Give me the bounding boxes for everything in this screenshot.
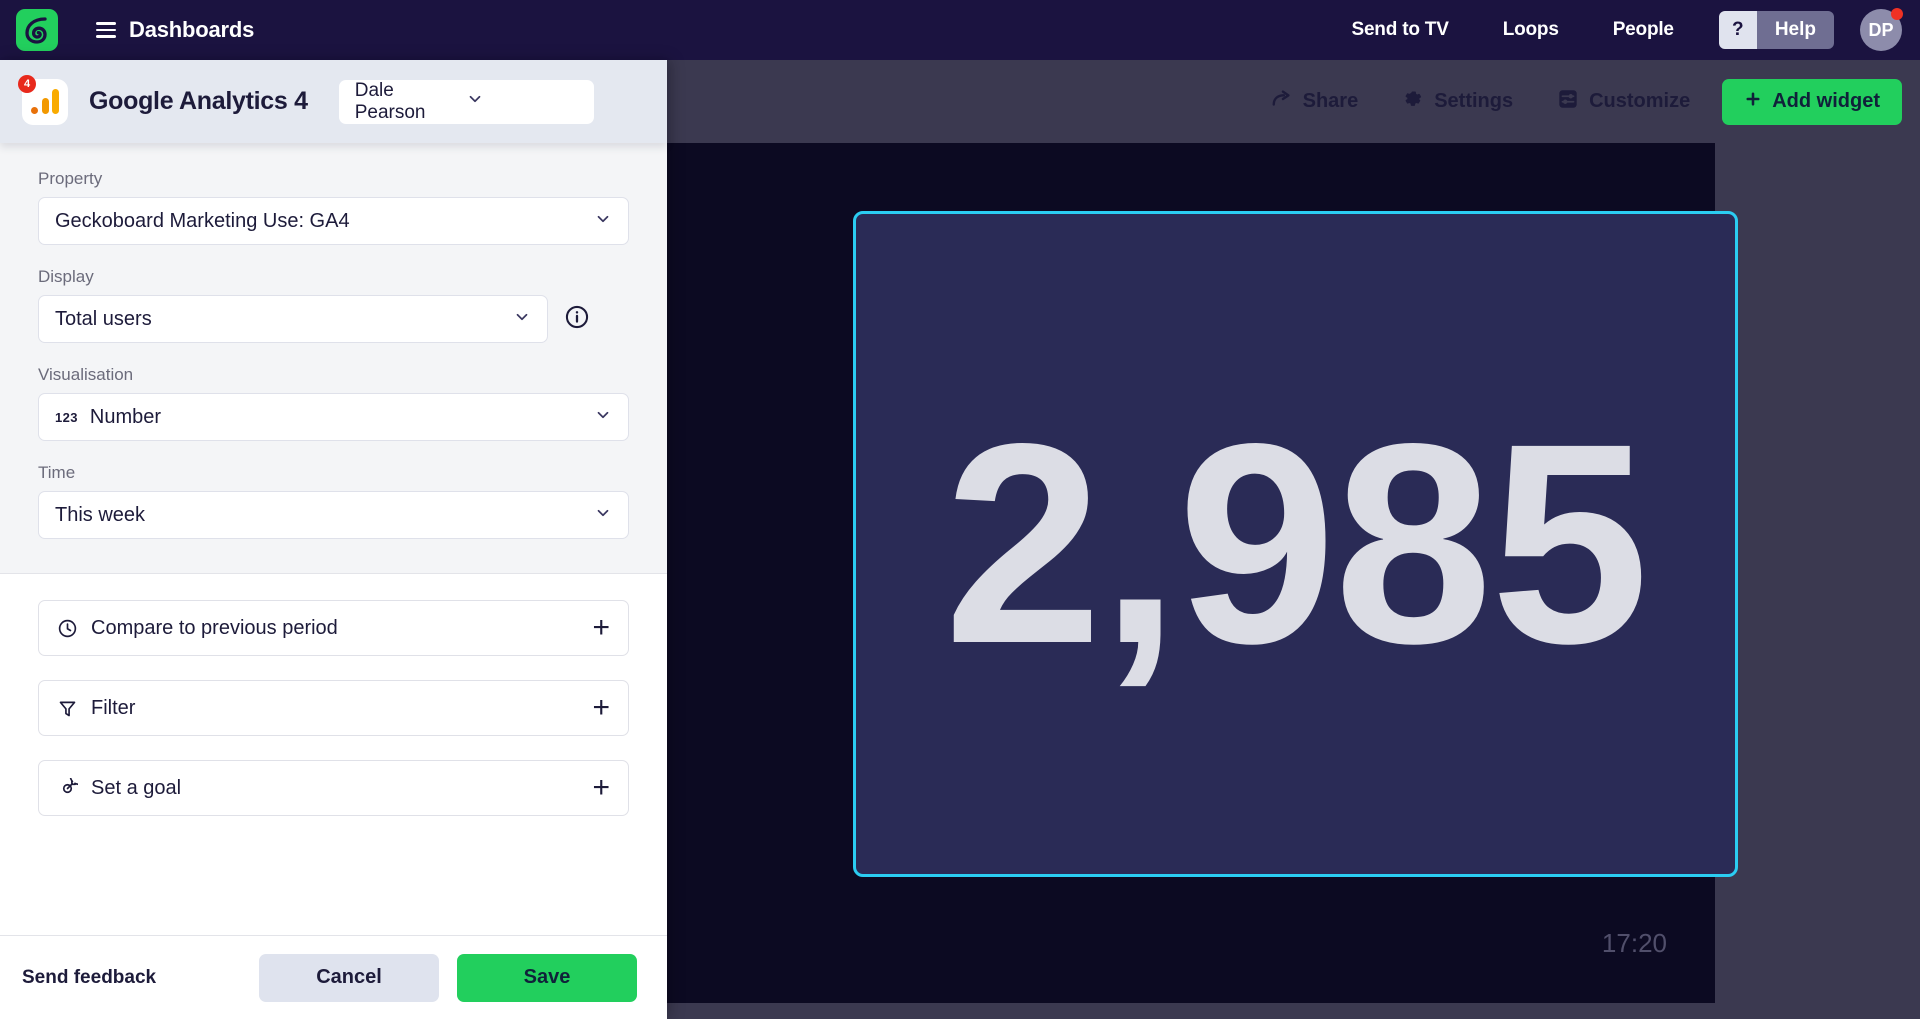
panel-header: 4 Google Analytics 4 Dale Pearson	[0, 60, 667, 143]
option-label: Filter	[91, 696, 136, 719]
property-select-value: Geckoboard Marketing Use: GA4	[55, 209, 350, 232]
field-display: Display Total users	[38, 267, 629, 343]
field-time-label: Time	[38, 463, 76, 482]
add-widget-button[interactable]: Add widget	[1722, 78, 1902, 125]
canvas-right-gutter	[1715, 143, 1920, 1003]
add-icon[interactable]: +	[592, 693, 610, 723]
display-select[interactable]: Total users	[38, 295, 548, 343]
account-select[interactable]: Dale Pearson	[338, 79, 594, 124]
top-nav-links: Send to TV Loops People ? Help DP	[1324, 8, 1920, 51]
widget-config-panel: 4 Google Analytics 4 Dale Pearson Proper…	[0, 60, 667, 1019]
google-analytics-icon: 4	[18, 74, 68, 125]
help-label[interactable]: Help	[1756, 11, 1834, 49]
option-label: Compare to previous period	[91, 616, 338, 639]
option-compare-to-previous-period[interactable]: Compare to previous period +	[38, 600, 629, 656]
widget-number-value: 2,985	[943, 384, 1649, 703]
field-display-label: Display	[38, 267, 94, 286]
funnel-icon	[57, 698, 78, 719]
add-icon[interactable]: +	[592, 613, 610, 643]
add-widget-label: Add widget	[1772, 90, 1880, 112]
chevron-down-icon	[513, 308, 531, 331]
save-button[interactable]: Save	[457, 953, 637, 1002]
nav-item-send-to-tv[interactable]: Send to TV	[1324, 19, 1475, 41]
panel-footer: Send feedback Cancel Save	[0, 935, 667, 1019]
chevron-down-icon	[594, 210, 612, 233]
settings-label: Settings	[1434, 90, 1514, 112]
panel-form-section: Property Geckoboard Marketing Use: GA4 D…	[0, 143, 667, 574]
plus-icon	[1744, 90, 1762, 114]
dashboard-canvas: 2,985 17:20	[667, 143, 1738, 1003]
geckoboard-logo-icon[interactable]	[16, 9, 58, 51]
add-icon[interactable]: +	[592, 773, 610, 803]
time-select-value: This week	[55, 503, 146, 526]
chevron-down-icon	[466, 90, 578, 114]
share-button[interactable]: Share	[1249, 88, 1381, 116]
nav-item-loops[interactable]: Loops	[1476, 19, 1586, 41]
display-select-value: Total users	[55, 307, 152, 330]
question-mark-icon[interactable]: ?	[1718, 11, 1757, 49]
avatar[interactable]: DP	[1860, 8, 1903, 51]
hamburger-menu-icon[interactable]	[96, 22, 116, 38]
nav-item-people[interactable]: People	[1586, 19, 1701, 41]
share-arrow-icon	[1271, 88, 1293, 116]
customize-button[interactable]: Customize	[1535, 88, 1712, 116]
page-title: Dashboards	[129, 17, 255, 42]
field-time: Time This week	[38, 463, 629, 539]
visualisation-select-value: Number	[89, 405, 162, 428]
settings-button[interactable]: Settings	[1380, 88, 1535, 116]
number-viz-icon: 123	[55, 409, 78, 425]
account-select-value: Dale Pearson	[354, 79, 426, 123]
option-filter[interactable]: Filter +	[38, 680, 629, 736]
clock-icon	[57, 618, 78, 639]
send-feedback-link[interactable]: Send feedback	[22, 967, 156, 989]
visualisation-select[interactable]: 123 Number	[38, 393, 629, 441]
service-badge: 4	[18, 74, 36, 93]
app-root: Dashboards Send to TV Loops People ? Hel…	[0, 0, 1920, 1019]
option-label: Set a goal	[91, 776, 182, 799]
top-navigation-bar: Dashboards Send to TV Loops People ? Hel…	[0, 0, 1920, 60]
dashboard-clock: 17:20	[1601, 928, 1667, 958]
help-button[interactable]: ? Help	[1718, 11, 1834, 49]
panel-options-section: Compare to previous period + Filter + Se…	[0, 574, 667, 935]
chevron-down-icon	[594, 406, 612, 429]
service-name: Google Analytics 4	[89, 87, 308, 115]
sliders-icon	[1557, 88, 1579, 116]
widget-preview-card[interactable]: 2,985	[853, 211, 1738, 877]
chevron-down-icon	[594, 504, 612, 527]
info-icon[interactable]	[564, 304, 590, 335]
field-visualisation-label: Visualisation	[38, 365, 134, 384]
customize-label: Customize	[1589, 90, 1691, 112]
target-icon	[57, 777, 78, 799]
canvas-bottom-gutter	[667, 1003, 1920, 1019]
property-select[interactable]: Geckoboard Marketing Use: GA4	[38, 197, 629, 245]
notification-dot-icon	[1891, 8, 1903, 20]
share-label: Share	[1302, 90, 1359, 112]
field-property-label: Property	[38, 169, 103, 188]
field-visualisation: Visualisation 123 Number	[38, 365, 629, 441]
option-set-a-goal[interactable]: Set a goal +	[38, 760, 629, 816]
gear-icon	[1402, 88, 1424, 116]
time-select[interactable]: This week	[38, 491, 629, 539]
cancel-button[interactable]: Cancel	[259, 953, 439, 1002]
field-property: Property Geckoboard Marketing Use: GA4	[38, 169, 629, 245]
